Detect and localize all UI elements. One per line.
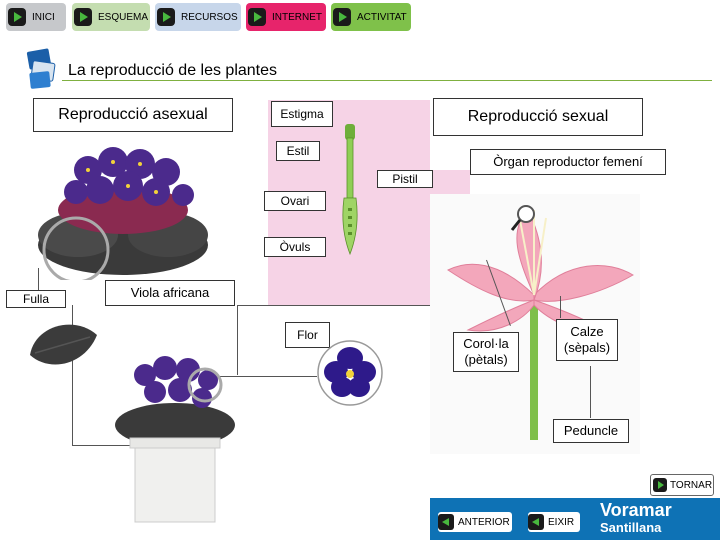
brand-subname: Santillana	[600, 520, 662, 535]
corola-text-2: (pètals)	[464, 352, 508, 367]
corola-label: Corol·la (pètals)	[453, 332, 519, 372]
viola-text: Viola africana	[130, 284, 210, 300]
pistil-text: Pistil	[392, 171, 418, 186]
nav-inici-button[interactable]: INICI	[6, 3, 66, 31]
eixir-button[interactable]: EIXIR	[528, 512, 580, 532]
asexual-heading: Reproducció asexual	[33, 98, 233, 132]
ovuls-label: Òvuls	[264, 237, 326, 257]
organ-text: Òrgan reproductor femení	[493, 153, 643, 169]
play-icon	[74, 8, 92, 26]
violet-flower-image	[317, 340, 383, 406]
sexual-heading: Reproducció sexual	[433, 98, 643, 136]
flor-text: Flor	[297, 327, 318, 342]
corola-text-1: Corol·la	[463, 335, 509, 351]
connector-line	[38, 268, 39, 290]
anterior-button[interactable]: ANTERIOR	[438, 512, 512, 532]
brand-name: Voramar	[600, 500, 672, 520]
estigma-label: Estigma	[271, 101, 333, 127]
connector-line	[560, 296, 561, 318]
cards-icon	[22, 48, 62, 92]
nav-label: INICI	[32, 11, 55, 23]
nav-internet-button[interactable]: INTERNET	[246, 3, 326, 31]
pistil-drawing	[342, 124, 358, 256]
exit-arrow-icon	[528, 514, 544, 530]
connector-line	[237, 305, 437, 306]
estil-text: Estil	[286, 143, 310, 158]
ovuls-text: Òvuls	[279, 239, 311, 254]
fulla-text: Fulla	[22, 291, 49, 306]
play-icon	[333, 8, 351, 26]
anterior-label: ANTERIOR	[458, 516, 510, 528]
nav-recursos-button[interactable]: RECURSOS	[155, 3, 241, 31]
fulla-label: Fulla	[6, 290, 66, 308]
page-title: La reproducció de les plantes	[68, 62, 278, 79]
calze-label: Calze (sèpals)	[556, 319, 618, 361]
potted-violet-image	[115, 356, 235, 523]
ovari-text: Ovari	[280, 193, 310, 208]
calze-text-2: (sèpals)	[563, 340, 611, 355]
leaf-image	[30, 324, 97, 365]
asexual-heading-text: Reproducció asexual	[58, 106, 208, 123]
nav-activitat-button[interactable]: ACTIVITAT	[331, 3, 411, 31]
sexual-heading-text: Reproducció sexual	[467, 108, 609, 125]
tornar-button[interactable]: TORNAR	[650, 474, 714, 496]
title-divider	[62, 80, 712, 81]
back-arrow-icon	[438, 514, 454, 530]
publisher-logo: Voramar Santillana	[600, 500, 716, 540]
eixir-label: EIXIR	[548, 516, 575, 528]
ovari-label: Ovari	[264, 191, 326, 211]
estil-label: Estil	[276, 141, 320, 161]
nav-label: RECURSOS	[181, 11, 238, 23]
nav-esquema-button[interactable]: ESQUEMA	[72, 3, 150, 31]
tornar-label: TORNAR	[670, 479, 713, 491]
play-icon	[653, 478, 667, 492]
nav-label: ACTIVITAT	[357, 11, 407, 23]
estigma-text: Estigma	[280, 106, 324, 121]
peduncle-label: Peduncle	[553, 419, 629, 443]
nav-label: INTERNET	[272, 11, 322, 23]
african-violet-image	[38, 147, 208, 280]
connector-line	[590, 366, 591, 418]
play-icon	[157, 8, 175, 26]
pistil-label: Pistil	[377, 170, 433, 188]
viola-label: Viola africana	[105, 280, 235, 306]
organ-label: Òrgan reproductor femení	[470, 149, 666, 175]
calze-text-1: Calze	[570, 323, 604, 339]
nav-label: ESQUEMA	[98, 11, 149, 23]
play-icon	[248, 8, 266, 26]
peduncle-text: Peduncle	[563, 422, 619, 438]
play-icon	[8, 8, 26, 26]
